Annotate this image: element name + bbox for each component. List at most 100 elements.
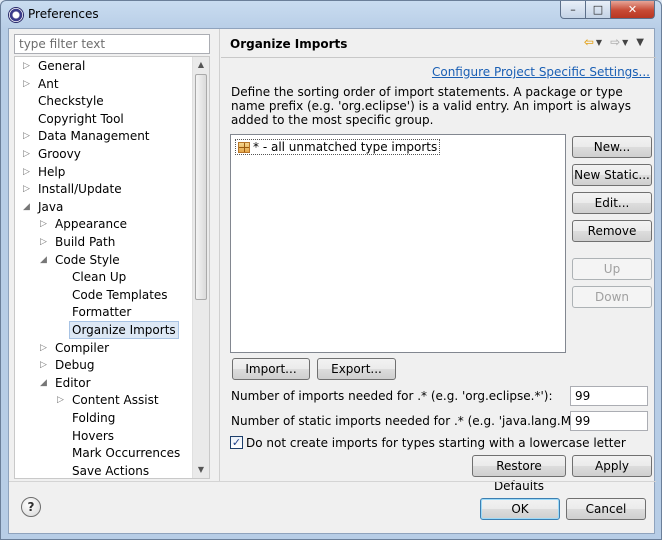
tree-item-label: Code Style	[55, 252, 120, 267]
collapsed-arrow-icon[interactable]: ▷	[23, 128, 33, 145]
forward-dropdown-icon[interactable]: ▼	[622, 38, 628, 47]
tree-item-label: Organize Imports	[69, 321, 179, 339]
tree-item[interactable]: Checkstyle	[15, 93, 193, 110]
view-menu-icon[interactable]: ▼	[636, 37, 644, 48]
tree-item[interactable]: ▷ Ant	[15, 76, 193, 93]
tree-item-label: Folding	[72, 411, 116, 425]
tree-item[interactable]: ▷ Groovy	[15, 146, 193, 163]
tree-item-label: Formatter	[72, 305, 132, 320]
scroll-down-icon[interactable]: ▼	[193, 462, 209, 478]
tree-item-label: Help	[38, 164, 66, 179]
preferences-window: Preferences – □ ✕ ▷ General ▷ Ant Checkstyle…	[0, 0, 662, 540]
up-button[interactable]: Up	[572, 258, 652, 280]
filter-input[interactable]	[14, 34, 210, 54]
ok-button[interactable]: OK	[480, 498, 560, 520]
restore-defaults-button[interactable]: Restore Defaults	[472, 455, 566, 493]
collapsed-arrow-icon[interactable]: ▷	[40, 234, 50, 251]
collapsed-arrow-icon[interactable]: ▷	[23, 181, 33, 198]
static-imports-threshold-input[interactable]	[570, 411, 648, 431]
expanded-arrow-icon[interactable]: ◢	[23, 199, 33, 216]
tree-item[interactable]: Formatter	[15, 304, 193, 321]
minimize-button[interactable]: –	[560, 1, 586, 19]
apply-button[interactable]: Apply	[572, 455, 652, 477]
tree-item-label: Content Assist	[72, 393, 159, 408]
list-item-label: * - all unmatched type imports	[253, 140, 438, 154]
tree-item[interactable]: ▷ Install/Update	[15, 181, 193, 198]
title-separator	[221, 57, 656, 58]
tree-item[interactable]: ▷ Build Path	[15, 234, 193, 251]
collapsed-arrow-icon[interactable]: ▷	[40, 357, 50, 374]
maximize-button[interactable]: □	[586, 1, 611, 19]
tree-item[interactable]: ▷ General	[15, 58, 193, 75]
close-button[interactable]: ✕	[611, 1, 655, 19]
tree-item-label: General	[38, 59, 86, 73]
list-item[interactable]: * - all unmatched type imports	[235, 139, 441, 155]
scroll-up-icon[interactable]: ▲	[193, 57, 209, 73]
tree-item-label: Data Management	[38, 129, 150, 144]
back-arrow-icon[interactable]: ⇦	[584, 35, 594, 49]
collapsed-arrow-icon[interactable]: ▷	[23, 164, 33, 181]
import-order-list[interactable]: * - all unmatched type imports	[230, 134, 566, 353]
tree-item[interactable]: Folding	[15, 410, 193, 427]
static-imports-threshold-label: Number of static imports needed for .* (…	[231, 414, 613, 428]
tree-item-label: Build Path	[55, 235, 116, 249]
back-dropdown-icon[interactable]: ▼	[596, 38, 602, 47]
page-description: Define the sorting order of import state…	[231, 85, 632, 127]
tree-item[interactable]: Code Templates	[15, 287, 193, 304]
title-bar[interactable]: Preferences – □ ✕	[1, 1, 661, 28]
dialog-client-area: ▷ General ▷ Ant Checkstyle Copyright Tool ▷ Dat…	[8, 28, 656, 534]
new-button[interactable]: New...	[572, 136, 652, 158]
new-static-button[interactable]: New Static...	[572, 164, 652, 186]
tree-item-label: Groovy	[38, 147, 81, 161]
forward-arrow-icon[interactable]: ⇨	[610, 35, 620, 49]
remove-button[interactable]: Remove	[572, 220, 652, 242]
tree-item-label: Editor	[55, 375, 91, 390]
tree-item-label: Debug	[55, 358, 95, 373]
tree-item[interactable]: Organize Imports	[15, 321, 193, 339]
tree-item[interactable]: Save Actions	[15, 463, 193, 478]
tree-item[interactable]: ▷ Appearance	[15, 216, 193, 233]
tree-item-label: Code Templates	[72, 287, 168, 302]
collapsed-arrow-icon[interactable]: ▷	[57, 392, 67, 409]
collapsed-arrow-icon[interactable]: ▷	[40, 340, 50, 357]
tree-item-label: Clean Up	[72, 270, 127, 285]
tree-item[interactable]: Clean Up	[15, 269, 193, 286]
collapsed-arrow-icon[interactable]: ▷	[23, 58, 33, 75]
preferences-tree: ▷ General ▷ Ant Checkstyle Copyright Tool ▷ Dat…	[14, 56, 210, 479]
tree-item[interactable]: ▷ Debug	[15, 357, 193, 374]
tree-item[interactable]: Mark Occurrences	[15, 445, 193, 462]
edit-button[interactable]: Edit...	[572, 192, 652, 214]
pane-divider[interactable]	[219, 29, 220, 481]
help-icon[interactable]: ?	[21, 497, 41, 517]
tree-item[interactable]: ▷ Content Assist	[15, 392, 193, 409]
tree-item[interactable]: ◢ Code Style	[15, 252, 193, 269]
tree-item[interactable]: ◢ Editor	[15, 375, 193, 392]
tree-item-label: Copyright Tool	[38, 111, 124, 126]
collapsed-arrow-icon[interactable]: ▷	[23, 146, 33, 163]
tree-item[interactable]: ▷ Compiler	[15, 340, 193, 357]
tree-item[interactable]: ◢ Java	[15, 199, 193, 216]
caption-buttons: – □ ✕	[560, 1, 655, 19]
tree-item-label: Mark Occurrences	[72, 446, 181, 461]
imports-threshold-input[interactable]	[570, 386, 648, 406]
down-button[interactable]: Down	[572, 286, 652, 308]
package-icon	[238, 142, 250, 153]
scrollbar-thumb[interactable]	[195, 74, 207, 300]
import-button[interactable]: Import...	[232, 358, 310, 380]
cancel-button[interactable]: Cancel	[566, 498, 646, 520]
configure-project-settings-link[interactable]: Configure Project Specific Settings...	[432, 65, 650, 79]
collapsed-arrow-icon[interactable]: ▷	[40, 216, 50, 233]
tree-item-label: Hovers	[72, 428, 115, 443]
expanded-arrow-icon[interactable]: ◢	[40, 252, 50, 269]
expanded-arrow-icon[interactable]: ◢	[40, 375, 50, 392]
tree-item[interactable]: ▷ Data Management	[15, 128, 193, 145]
tree-item[interactable]: ▷ Help	[15, 164, 193, 181]
tree-item-label: Save Actions	[72, 463, 150, 478]
collapsed-arrow-icon[interactable]: ▷	[23, 76, 33, 93]
lowercase-checkbox[interactable]: ✓	[230, 436, 243, 449]
tree-scrollbar[interactable]: ▲ ▼	[192, 57, 209, 478]
tree-item[interactable]: Copyright Tool	[15, 111, 193, 128]
export-button[interactable]: Export...	[317, 358, 396, 380]
tree-item[interactable]: Hovers	[15, 428, 193, 445]
tree-item-label: Appearance	[55, 217, 128, 232]
